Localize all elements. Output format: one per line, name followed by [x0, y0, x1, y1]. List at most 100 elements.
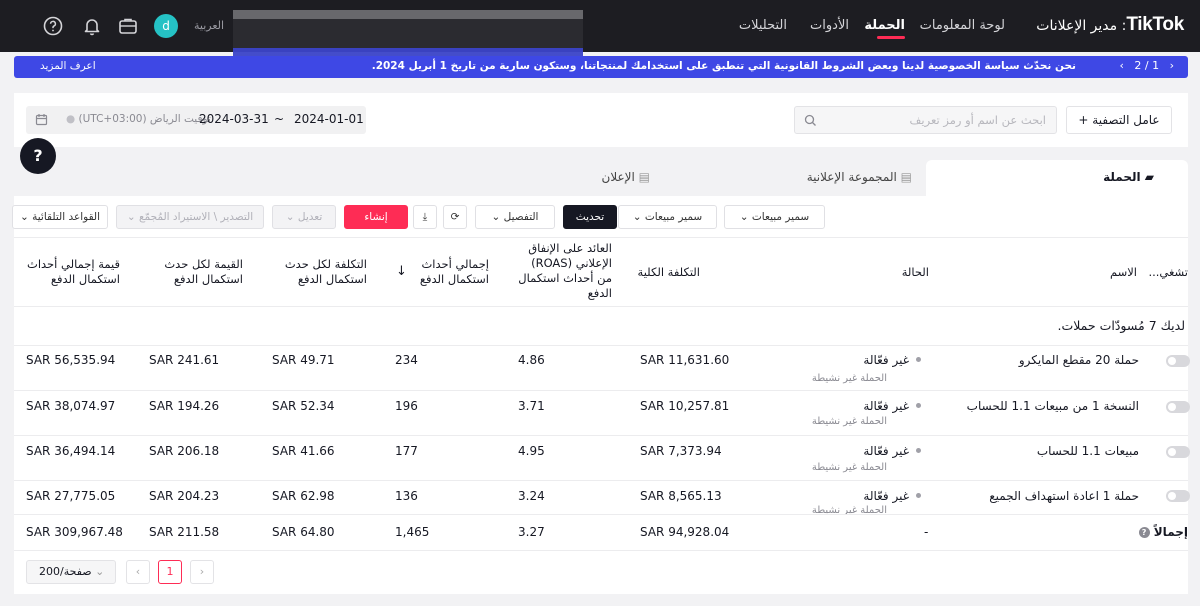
nav-tab-dashboard[interactable]: لوحة المعلومات	[920, 18, 1005, 33]
divider	[14, 514, 1188, 515]
col-header-cost-per-event[interactable]: التكلفة لكل حدث استكمال الدفع	[285, 257, 367, 287]
col-header-status[interactable]: الحالة	[902, 265, 929, 280]
status-sub-label: الحملة غير نشيطة	[811, 505, 887, 514]
date-end: 2024-03-31	[199, 112, 269, 126]
add-filter-button[interactable]: + عامل التصفية	[1066, 106, 1172, 134]
search-placeholder: ابحث عن اسم أو رمز تعريف	[909, 113, 1047, 127]
chevron-down-icon: ⌄	[285, 211, 298, 223]
chevron-down-icon: ⌄	[739, 211, 752, 223]
plus-icon: +	[1078, 113, 1093, 127]
row-toggle[interactable]	[1166, 446, 1190, 458]
breakdown-dropdown[interactable]: ⌄ التفصيل	[475, 205, 555, 229]
total-value-cell: SAR 36,494.14	[26, 444, 116, 458]
top-navigation-bar	[0, 0, 1200, 52]
divider	[14, 390, 1188, 391]
status-dot-icon	[916, 493, 921, 498]
search-input[interactable]: ابحث عن اسم أو رمز تعريف	[794, 106, 1057, 134]
prev-page-button[interactable]: ‹	[126, 560, 150, 584]
col-header-total-events[interactable]: إجمالي أحداث استكمال الدفع	[420, 257, 489, 287]
divider	[14, 435, 1188, 436]
next-page-button[interactable]: ›	[190, 560, 214, 584]
events-cell: 177	[395, 444, 418, 458]
status-sub-label: الحملة غير نشيطة	[811, 462, 887, 473]
total-cost-cell: SAR 10,257.81	[640, 399, 730, 413]
adgroup-icon: ▤	[896, 170, 912, 184]
page-number-current[interactable]: 1	[158, 560, 182, 584]
campaign-name-link[interactable]: مبيعات 1.1 للحساب	[1037, 444, 1139, 458]
total-value-cell: SAR 27,775.05	[26, 489, 116, 503]
row-toggle[interactable]	[1166, 490, 1190, 502]
nav-tab-tools[interactable]: الأدوات	[810, 18, 849, 33]
col-header-total-cost[interactable]: التكلفة الكلية	[638, 265, 700, 280]
help-button[interactable]: ?	[20, 138, 56, 174]
divider	[14, 480, 1188, 481]
nav-tab-analytics[interactable]: التحليلات	[739, 18, 787, 33]
brand-logo[interactable]: TikTok: مدير الإعلانات	[1034, 14, 1184, 36]
avatar[interactable]: d	[154, 14, 178, 38]
search-icon	[804, 114, 816, 126]
chevron-right-icon[interactable]: ›	[1170, 59, 1174, 72]
roas-cell: 4.86	[518, 353, 545, 367]
banner-page-current: 1	[1152, 59, 1160, 72]
col-header-value-per-event[interactable]: القيمة لكل حدث استكمال الدفع	[164, 257, 243, 287]
total-roas: 3.27	[518, 525, 545, 539]
total-total-cost: SAR 94,928.04	[640, 525, 730, 539]
banner-learn-more-link[interactable]: اعرف المزيد	[40, 60, 96, 72]
refresh-icon[interactable]: ⟳	[443, 205, 467, 229]
update-button[interactable]: تحديث	[563, 205, 617, 229]
metric-preset-dropdown-2[interactable]: ⌄ سمير مبيعات	[618, 205, 717, 229]
bulk-export-import-dropdown[interactable]: ⌄ التصدير \ الاستيراد المُجمّع	[116, 205, 264, 229]
drafts-note: لديك 7 مُسودّات حملات.	[1057, 318, 1185, 333]
nav-tab-campaign[interactable]: الحملة	[864, 18, 905, 33]
campaign-name-link[interactable]: حملة 20 مقطع المايكرو	[1019, 353, 1139, 367]
roas-cell: 3.24	[518, 489, 545, 503]
help-circle-icon[interactable]	[42, 15, 64, 37]
level-tab-campaign[interactable]: ▰ الحملة	[1103, 170, 1154, 184]
date-range-picker[interactable]: ● (UTC+03:00) توقيت الرياض 2024-03-31 ~ …	[26, 106, 366, 134]
total-cost-per: SAR 64.80	[272, 525, 335, 539]
events-cell: 234	[395, 353, 418, 367]
language-switcher[interactable]: العربية	[194, 19, 224, 32]
calendar-icon	[35, 114, 48, 126]
briefcase-icon[interactable]	[117, 15, 139, 37]
sort-descending-icon[interactable]: ↓	[396, 264, 407, 279]
status-dot-icon	[916, 403, 921, 408]
total-cost-cell: SAR 7,373.94	[640, 444, 722, 458]
privacy-update-banner: ‹ 2 / 1 › نحن نحدّث سياسة الخصوصية لدينا…	[14, 56, 1188, 78]
download-icon[interactable]: ⤓	[413, 205, 437, 229]
col-header-name[interactable]: الاسم	[1110, 265, 1137, 280]
col-header-roas[interactable]: العائد على الإنفاق الإعلاني (ROAS) من أحدا…	[518, 241, 612, 301]
events-cell: 136	[395, 489, 418, 503]
campaign-name-link[interactable]: النسخة 1 من مبيعات 1.1 للحساب	[967, 399, 1139, 413]
level-tab-adgroup[interactable]: ▤ المجموعة الإعلانية	[807, 170, 912, 184]
campaign-name-link[interactable]: حملة 1 اعادة استهداف الجميع	[989, 489, 1139, 503]
cost-per-cell: SAR 52.34	[272, 399, 335, 413]
banner-page-total: 2	[1134, 59, 1142, 72]
total-value-per: SAR 211.58	[149, 525, 220, 539]
edit-dropdown[interactable]: ⌄ تعديل	[272, 205, 336, 229]
automated-rules-dropdown[interactable]: ⌄ القواعد التلقائية	[12, 205, 108, 229]
value-per-cell: SAR 241.61	[149, 353, 220, 367]
col-header-total-value[interactable]: قيمة إجمالي أحداث استكمال الدفع	[27, 257, 120, 287]
total-cost-cell: SAR 11,631.60	[640, 353, 730, 367]
row-toggle[interactable]	[1166, 401, 1190, 413]
total-status-cell: -	[924, 525, 929, 539]
status-dot-icon	[916, 448, 921, 453]
per-page-select[interactable]: 200/صفحة ⌄	[26, 560, 116, 584]
chevron-down-icon: ⌄	[491, 211, 504, 223]
create-button[interactable]: إنشاء	[344, 205, 408, 229]
bell-icon[interactable]	[81, 15, 103, 37]
chevron-down-icon: ⌄	[19, 211, 33, 223]
total-cost-cell: SAR 8,565.13	[640, 489, 722, 503]
chevron-left-icon[interactable]: ‹	[1119, 59, 1123, 72]
info-icon: ?	[1138, 527, 1150, 538]
status-dot-icon	[916, 357, 921, 362]
divider	[14, 306, 1188, 307]
metric-preset-dropdown-1[interactable]: ⌄ سمير مبيعات	[724, 205, 825, 229]
level-tab-ad[interactable]: ▤ الإعلان	[602, 170, 650, 184]
status-sub-label: الحملة غير نشيطة	[811, 373, 887, 384]
col-header-toggle[interactable]: تشغي...	[1148, 265, 1188, 280]
value-per-cell: SAR 204.23	[149, 489, 220, 503]
chevron-down-icon: ⌄	[632, 211, 645, 223]
row-toggle[interactable]	[1166, 355, 1190, 367]
